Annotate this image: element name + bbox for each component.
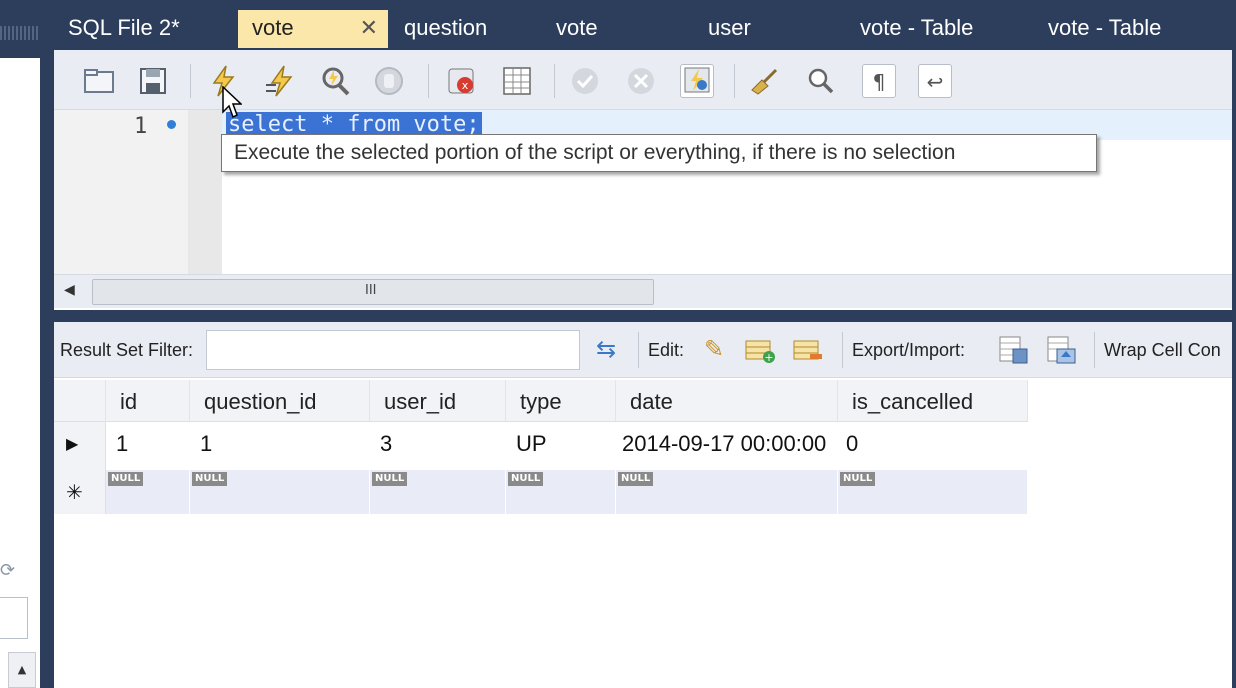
- navigator-panel: ⟳ ▲: [0, 0, 42, 688]
- new-row-marker-icon: ✳: [66, 482, 83, 504]
- tab-question[interactable]: question: [404, 10, 487, 48]
- fold-marker-column: [188, 110, 222, 274]
- close-icon[interactable]: ✕: [360, 10, 378, 46]
- export-icon[interactable]: [996, 333, 1032, 367]
- tab-vote[interactable]: vote: [556, 10, 598, 48]
- row-header-column: ▶ ✳: [54, 422, 106, 514]
- find-icon[interactable]: [804, 64, 838, 98]
- null-cell[interactable]: NULL: [190, 470, 370, 514]
- stop-hand-icon[interactable]: [372, 64, 406, 98]
- beautify-broom-icon[interactable]: [748, 64, 782, 98]
- invisible-chars-icon[interactable]: ¶: [862, 64, 896, 98]
- null-badge: NULL: [372, 472, 408, 486]
- toolbar-separator: [638, 332, 639, 368]
- toolbar-separator: [190, 64, 191, 98]
- toolbar-separator: [428, 64, 429, 98]
- toolbar-separator: [554, 64, 555, 98]
- table-cell[interactable]: 1: [106, 422, 190, 464]
- grid-corner: [54, 380, 106, 422]
- tab-label: vote: [252, 15, 294, 40]
- export-import-label: Export/Import:: [852, 340, 966, 360]
- svg-text:x: x: [462, 79, 469, 92]
- window-right-edge: [1232, 0, 1236, 688]
- toolbar-separator: [842, 332, 843, 368]
- scroll-up-button[interactable]: ▲: [8, 652, 36, 688]
- line-gutter: 1: [54, 110, 188, 274]
- column-header[interactable]: is_cancelled: [838, 380, 1028, 422]
- null-cell[interactable]: NULL: [106, 470, 190, 514]
- column-header[interactable]: user_id: [370, 380, 506, 422]
- import-icon[interactable]: [1044, 333, 1080, 367]
- folder-icon[interactable]: [82, 64, 116, 98]
- column-header[interactable]: id: [106, 380, 190, 422]
- navigator-info-box: [0, 597, 28, 639]
- toggle-error-stop-icon[interactable]: x: [444, 64, 478, 98]
- toolbar-separator: [734, 64, 735, 98]
- column-header[interactable]: question_id: [190, 380, 370, 422]
- svg-text:+: +: [764, 351, 773, 364]
- table-cell[interactable]: 2014-09-17 00:00:00: [616, 422, 838, 464]
- null-cell[interactable]: NULL: [838, 470, 1028, 514]
- toolbar-separator: [1094, 332, 1095, 368]
- mouse-cursor-icon: [222, 86, 242, 119]
- null-badge: NULL: [618, 472, 654, 486]
- null-cell[interactable]: NULL: [616, 470, 838, 514]
- table-cell[interactable]: 0: [838, 422, 1028, 464]
- column-header[interactable]: type: [506, 380, 616, 422]
- wrap-cell-label[interactable]: Wrap Cell Con: [1104, 340, 1221, 361]
- result-filter-label: Result Set Filter:: [60, 340, 194, 360]
- null-badge: NULL: [508, 472, 544, 486]
- scrollbar-grip: III: [365, 283, 377, 298]
- scrollbar-thumb[interactable]: III: [92, 279, 654, 305]
- statement-marker-dot: [167, 120, 176, 129]
- null-cell[interactable]: NULL: [370, 470, 506, 514]
- column-header[interactable]: date: [616, 380, 838, 422]
- tab-vote-active[interactable]: vote ✕: [238, 10, 388, 48]
- execute-current-lightning-icon[interactable]: [262, 64, 296, 98]
- tab-vote-table-1[interactable]: vote - Table: [860, 10, 973, 48]
- commit-check-icon[interactable]: [568, 64, 602, 98]
- editor-tab-bar: SQL File 2* vote ✕ question vote user vo…: [42, 0, 1236, 48]
- refresh-results-icon[interactable]: ⇆: [588, 333, 624, 367]
- execute-tooltip: Execute the selected portion of the scri…: [221, 134, 1097, 172]
- save-icon[interactable]: [136, 64, 170, 98]
- null-badge: NULL: [108, 472, 144, 486]
- explain-magnifier-icon[interactable]: [318, 64, 352, 98]
- result-toolbar: Result Set Filter: ⇆ Edit: ✎ + Export/Im…: [54, 322, 1236, 378]
- result-panel: Result Set Filter: ⇆ Edit: ✎ + Export/Im…: [54, 322, 1236, 688]
- rollback-x-icon[interactable]: [624, 64, 658, 98]
- autocommit-icon[interactable]: [680, 64, 714, 98]
- scroll-left-arrow-icon[interactable]: ◀: [64, 282, 75, 298]
- panel-grip[interactable]: [0, 26, 40, 40]
- insert-row-icon[interactable]: +: [742, 333, 778, 367]
- null-badge: NULL: [192, 472, 228, 486]
- result-filter-input[interactable]: [206, 330, 580, 370]
- edit-cell-icon[interactable]: ✎: [696, 333, 732, 367]
- editor-horizontal-scrollbar[interactable]: ◀ III: [54, 274, 1236, 308]
- tab-user[interactable]: user: [708, 10, 751, 48]
- tab-sql-file-2[interactable]: SQL File 2*: [68, 10, 180, 48]
- tab-vote-table-2[interactable]: vote - Table: [1048, 10, 1161, 48]
- result-grid: id question_id user_id type date is_canc…: [54, 380, 1028, 518]
- table-cell[interactable]: UP: [506, 422, 616, 464]
- refresh-icon[interactable]: ⟳: [0, 560, 15, 581]
- navigator-header: [0, 0, 42, 58]
- table-cell[interactable]: 1: [190, 422, 370, 464]
- null-cell[interactable]: NULL: [506, 470, 616, 514]
- line-number: 1: [134, 114, 148, 139]
- word-wrap-icon[interactable]: ↩: [918, 64, 952, 98]
- navigator-body: [0, 58, 40, 688]
- toggle-output-icon[interactable]: [500, 64, 534, 98]
- null-badge: NULL: [840, 472, 876, 486]
- workbench-window: ⟳ ▲ SQL File 2* vote ✕ question vote use…: [0, 0, 1236, 688]
- current-row-marker-icon: ▶: [66, 436, 79, 453]
- table-cell[interactable]: 3: [370, 422, 506, 464]
- delete-row-icon[interactable]: [790, 333, 826, 367]
- edit-label: Edit:: [648, 340, 685, 360]
